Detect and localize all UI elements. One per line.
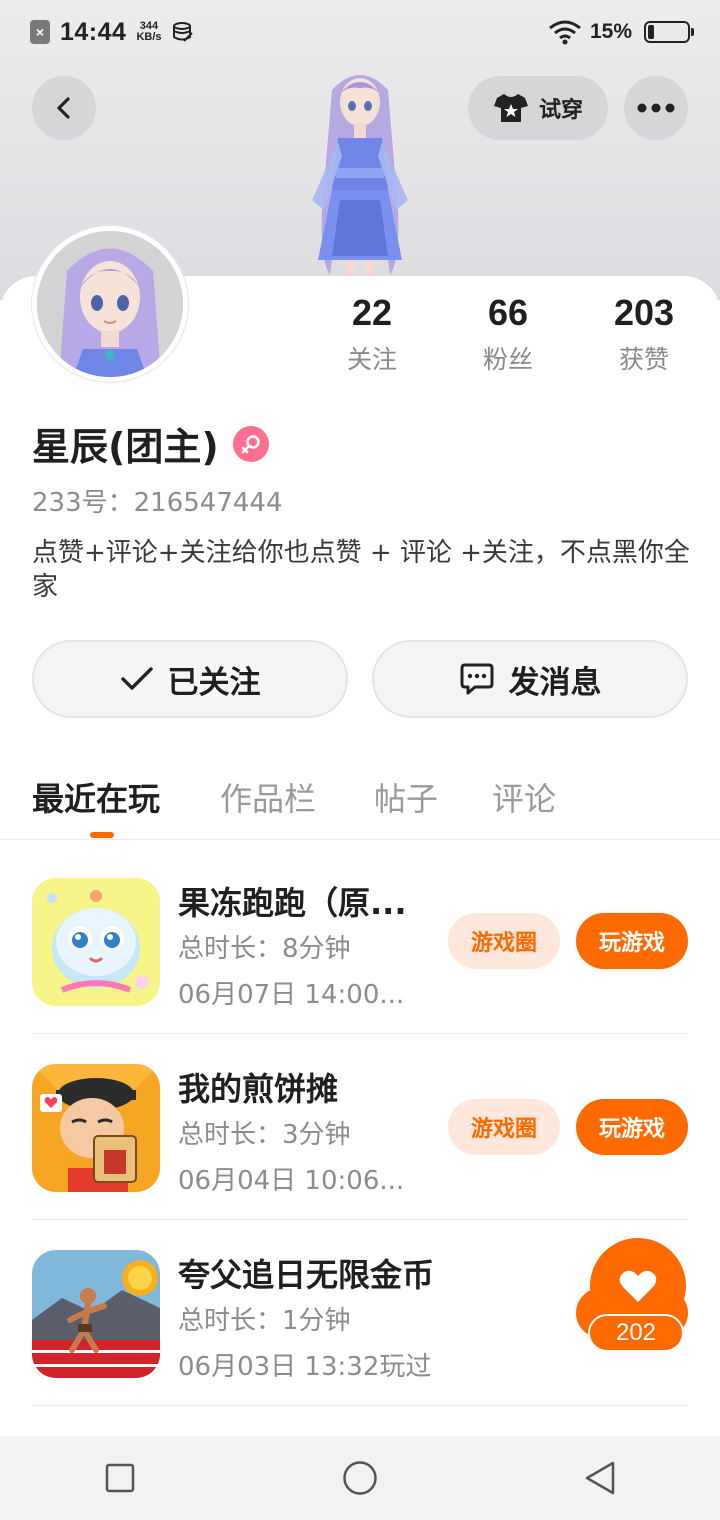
- system-nav-bar: [0, 1436, 720, 1520]
- game-last-played: 06月04日 10:06...: [178, 1166, 405, 1196]
- play-game-button[interactable]: 玩游戏: [576, 913, 688, 969]
- name-row: 星辰(团主): [32, 416, 269, 471]
- female-icon: [232, 425, 269, 462]
- like-float-button[interactable]: 202: [576, 1238, 688, 1358]
- square-icon: [105, 1463, 135, 1493]
- wifi-icon: [549, 20, 581, 45]
- heart-icon: [619, 1270, 657, 1302]
- game-duration: 总时长：3分钟: [178, 1120, 351, 1150]
- game-icon-kuafu-sun: [32, 1250, 160, 1378]
- avatar[interactable]: [32, 226, 188, 382]
- back-nav-button[interactable]: [540, 1436, 660, 1520]
- like-count: 202: [588, 1314, 684, 1352]
- user-id: 233号：216547444: [32, 488, 283, 518]
- stat-following[interactable]: 22 关注: [304, 292, 440, 382]
- recent-apps-button[interactable]: [60, 1436, 180, 1520]
- avatar-figure: [312, 75, 408, 300]
- chevron-left-icon: [57, 97, 70, 119]
- back-button[interactable]: [32, 76, 96, 140]
- profile-stats: 22 关注 66 粉丝 203 获赞: [304, 292, 720, 382]
- game-duration: 总时长：8分钟: [178, 934, 351, 964]
- message-label: 发消息: [508, 664, 602, 701]
- data-saver-icon: [172, 22, 193, 42]
- tab-recent-played[interactable]: 最近在玩: [32, 774, 160, 820]
- circle-icon: [343, 1461, 377, 1495]
- play-game-button[interactable]: 玩游戏: [576, 1099, 688, 1155]
- stat-label: 关注: [346, 345, 397, 374]
- stat-likes[interactable]: 203 获赞: [576, 292, 712, 382]
- game-icon-pancake-stall: [32, 1064, 160, 1192]
- speed-unit: KB/s: [136, 31, 162, 43]
- game-circle-button[interactable]: 游戏圈: [448, 1099, 560, 1155]
- game-title: 我的煎饼摊: [178, 1070, 339, 1108]
- stat-value: 203: [613, 292, 675, 333]
- list-item[interactable]: 果冻跑跑（原... 总时长：8分钟 06月07日 14:00... 游戏圈 玩游…: [32, 848, 688, 1034]
- game-circle-button[interactable]: 游戏圈: [448, 913, 560, 969]
- tab-indicator: [90, 832, 114, 838]
- game-duration: 总时长：1分钟: [178, 1306, 351, 1336]
- network-speed: 344 KB/s: [136, 21, 161, 43]
- more-button[interactable]: [624, 76, 688, 140]
- game-title: 夸父追日无限金币: [178, 1256, 435, 1294]
- triangle-back-icon: [585, 1461, 615, 1495]
- battery-icon: [644, 21, 694, 43]
- status-time: 14:44: [60, 17, 127, 46]
- user-name: 星辰(团主): [32, 425, 219, 469]
- home-button[interactable]: [300, 1436, 420, 1520]
- tab-works[interactable]: 作品栏: [220, 774, 316, 820]
- stat-label: 粉丝: [482, 345, 533, 374]
- follow-label: 已关注: [167, 664, 261, 701]
- stat-followers[interactable]: 66 粉丝: [440, 292, 576, 382]
- tab-posts[interactable]: 帖子: [374, 774, 438, 820]
- tshirt-icon: [493, 94, 528, 122]
- try-on-button[interactable]: 试穿: [468, 76, 608, 140]
- more-dots-icon: [637, 103, 675, 113]
- game-last-played: 06月07日 14:00...: [178, 980, 405, 1010]
- try-on-label: 试穿: [538, 98, 583, 123]
- profile-tabs: 最近在玩 作品栏 帖子 评论: [0, 760, 720, 840]
- game-icon-jelly-run: [32, 878, 160, 1006]
- battery-percent: 15%: [589, 20, 632, 43]
- avatar-portrait: [37, 231, 183, 377]
- stat-value: 66: [487, 292, 529, 333]
- game-last-played: 06月03日 13:32玩过: [178, 1352, 432, 1382]
- stat-value: 22: [351, 292, 393, 333]
- tab-comments[interactable]: 评论: [492, 774, 556, 820]
- stat-label: 获赞: [618, 345, 669, 374]
- follow-button[interactable]: 已关注: [32, 640, 348, 718]
- user-bio: 点赞+评论+关注给你也点赞 + 评论 +关注，不点黑你全家: [32, 538, 690, 602]
- list-item[interactable]: 我的煎饼摊 总时长：3分钟 06月04日 10:06... 游戏圈 玩游戏: [32, 1034, 688, 1220]
- notification-icon: ×: [30, 20, 50, 44]
- game-title: 果冻跑跑（原...: [178, 884, 407, 922]
- status-bar: × 14:44 344 KB/s 15%: [0, 0, 720, 64]
- check-icon: [120, 667, 153, 690]
- chat-bubble-icon: [460, 663, 493, 695]
- message-button[interactable]: 发消息: [372, 640, 688, 718]
